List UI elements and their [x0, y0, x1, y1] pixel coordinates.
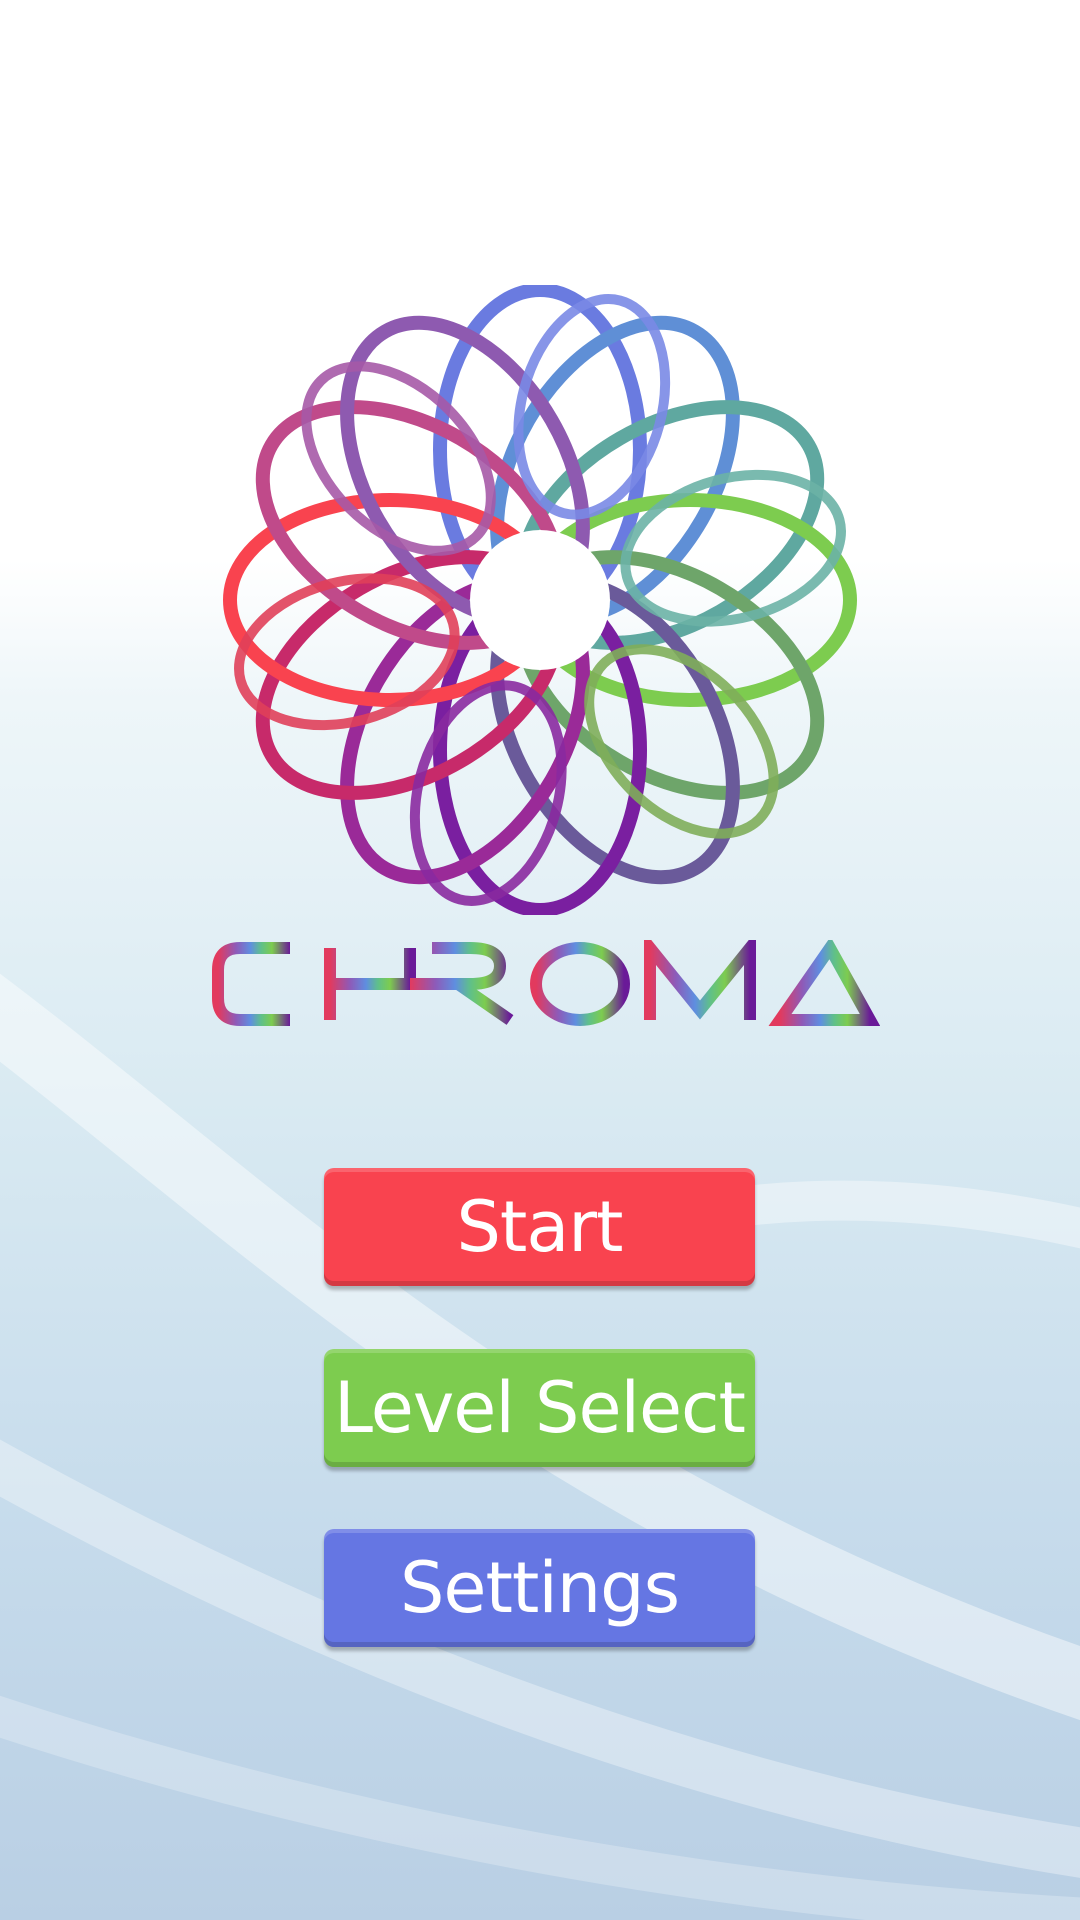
settings-button[interactable]: Settings: [324, 1529, 755, 1647]
settings-button-label: Settings: [399, 1547, 680, 1629]
start-button-label: Start: [456, 1186, 623, 1268]
chroma-rosette-logo: [223, 285, 857, 915]
chroma-wordmark: [212, 940, 880, 1026]
level-select-button[interactable]: Level Select: [324, 1349, 755, 1467]
level-select-button-label: Level Select: [334, 1367, 746, 1449]
start-button[interactable]: Start: [324, 1168, 755, 1286]
